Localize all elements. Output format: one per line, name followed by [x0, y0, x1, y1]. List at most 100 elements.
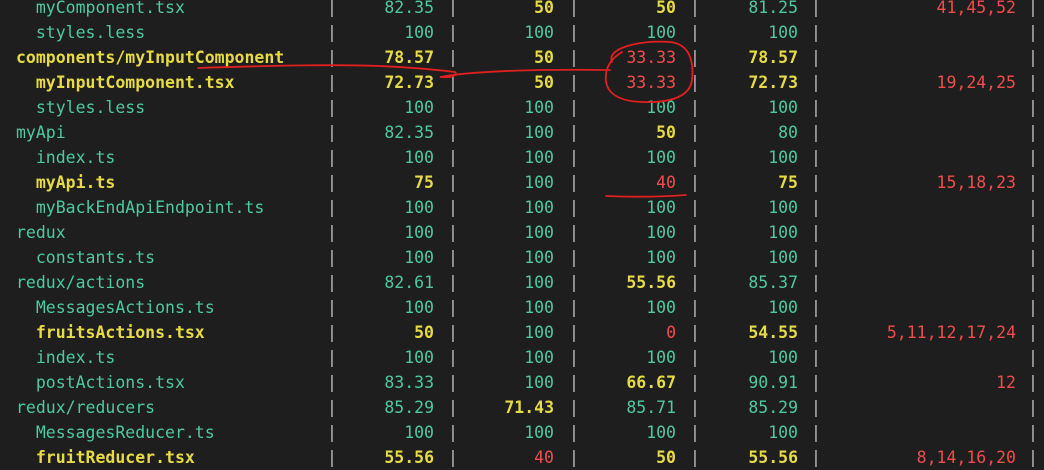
column-separator: |	[1028, 173, 1038, 192]
lines-cell: 100	[768, 148, 798, 167]
column-separator: |	[327, 173, 337, 192]
lines-cell: 100	[768, 223, 798, 242]
column-separator: |	[811, 398, 821, 417]
lines-cell: 100	[768, 23, 798, 42]
uncovered-lines-cell	[830, 145, 1016, 170]
column-separator: |	[811, 323, 821, 342]
column-separator: |	[690, 198, 700, 217]
column-separator: |	[448, 248, 458, 267]
lines-cell: 85.29	[748, 398, 798, 417]
branches-cell: 50	[534, 73, 554, 92]
functions-cell: 100	[646, 248, 676, 267]
statements-cell: 100	[404, 98, 434, 117]
branches-cell: 40	[534, 448, 554, 467]
branches-cell: 100	[524, 173, 554, 192]
lines-cell: 54.55	[748, 323, 798, 342]
column-separator: |	[327, 223, 337, 242]
table-row: redux/actions 82.61 100 55.56 85.37 | | | | | |	[0, 270, 1044, 295]
column-separator: |	[327, 448, 337, 467]
column-separator: |	[569, 348, 579, 367]
uncovered-lines-cell	[830, 45, 1016, 70]
column-separator: |	[690, 273, 700, 292]
functions-cell: 50	[656, 448, 676, 467]
column-separator: |	[1028, 48, 1038, 67]
statements-cell: 78.57	[384, 48, 434, 67]
column-separator: |	[690, 423, 700, 442]
functions-cell: 100	[646, 348, 676, 367]
column-separator: |	[327, 48, 337, 67]
table-row: redux 100 100 100 100 | | | | | |	[0, 220, 1044, 245]
column-separator: |	[811, 248, 821, 267]
file-name-cell: fruitsActions.tsx	[16, 323, 205, 342]
column-separator: |	[1028, 248, 1038, 267]
uncovered-lines-cell	[830, 345, 1016, 370]
column-separator: |	[1028, 0, 1038, 17]
column-separator: |	[1028, 373, 1038, 392]
column-separator: |	[327, 398, 337, 417]
table-row: constants.ts 100 100 100 100 | | | | | |	[0, 245, 1044, 270]
table-row: postActions.tsx 83.33 100 66.67 90.91 12 | | | | |…	[0, 370, 1044, 395]
column-separator: |	[690, 323, 700, 342]
lines-cell: 100	[768, 98, 798, 117]
branches-cell: 100	[524, 223, 554, 242]
column-separator: |	[1028, 348, 1038, 367]
column-separator: |	[569, 448, 579, 467]
column-separator: |	[448, 123, 458, 142]
column-separator: |	[327, 0, 337, 17]
functions-cell: 100	[646, 198, 676, 217]
file-name-cell: postActions.tsx	[16, 373, 185, 392]
column-separator: |	[569, 23, 579, 42]
column-separator: |	[448, 398, 458, 417]
column-separator: |	[811, 298, 821, 317]
branches-cell: 100	[524, 23, 554, 42]
column-separator: |	[327, 123, 337, 142]
column-separator: |	[690, 373, 700, 392]
column-separator: |	[448, 273, 458, 292]
branches-cell: 100	[524, 373, 554, 392]
uncovered-lines-cell: 5,11,12,17,24	[886, 323, 1016, 342]
functions-cell: 100	[646, 148, 676, 167]
file-name-cell: constants.ts	[16, 248, 156, 267]
column-separator: |	[811, 23, 821, 42]
uncovered-lines-cell	[830, 20, 1016, 45]
statements-cell: 55.56	[384, 448, 434, 467]
column-separator: |	[569, 73, 579, 92]
statements-cell: 72.73	[384, 73, 434, 92]
column-separator: |	[448, 423, 458, 442]
column-separator: |	[448, 148, 458, 167]
column-separator: |	[569, 398, 579, 417]
column-separator: |	[448, 198, 458, 217]
uncovered-lines-cell: 15,18,23	[936, 173, 1016, 192]
column-separator: |	[569, 373, 579, 392]
branches-cell: 100	[524, 348, 554, 367]
column-separator: |	[448, 48, 458, 67]
branches-cell: 100	[524, 198, 554, 217]
lines-cell: 100	[768, 248, 798, 267]
uncovered-lines-cell	[830, 195, 1016, 220]
column-separator: |	[448, 323, 458, 342]
column-separator: |	[448, 73, 458, 92]
functions-cell: 50	[656, 123, 676, 142]
branches-cell: 100	[524, 423, 554, 442]
column-separator: |	[811, 273, 821, 292]
uncovered-lines-cell: 41,45,52	[936, 0, 1016, 17]
statements-cell: 100	[404, 23, 434, 42]
lines-cell: 90.91	[748, 373, 798, 392]
column-separator: |	[690, 148, 700, 167]
functions-cell: 100	[646, 98, 676, 117]
file-name-cell: styles.less	[16, 98, 146, 117]
branches-cell: 100	[524, 248, 554, 267]
column-separator: |	[690, 73, 700, 92]
file-name-cell: redux	[16, 223, 66, 242]
column-separator: |	[690, 173, 700, 192]
column-separator: |	[690, 298, 700, 317]
column-separator: |	[1028, 398, 1038, 417]
uncovered-lines-cell: 19,24,25	[936, 73, 1016, 92]
lines-cell: 100	[768, 298, 798, 317]
functions-cell: 0	[666, 323, 676, 342]
column-separator: |	[1028, 23, 1038, 42]
file-name-cell: myApi	[16, 123, 66, 142]
column-separator: |	[1028, 98, 1038, 117]
lines-cell: 72.73	[748, 73, 798, 92]
lines-cell: 100	[768, 198, 798, 217]
